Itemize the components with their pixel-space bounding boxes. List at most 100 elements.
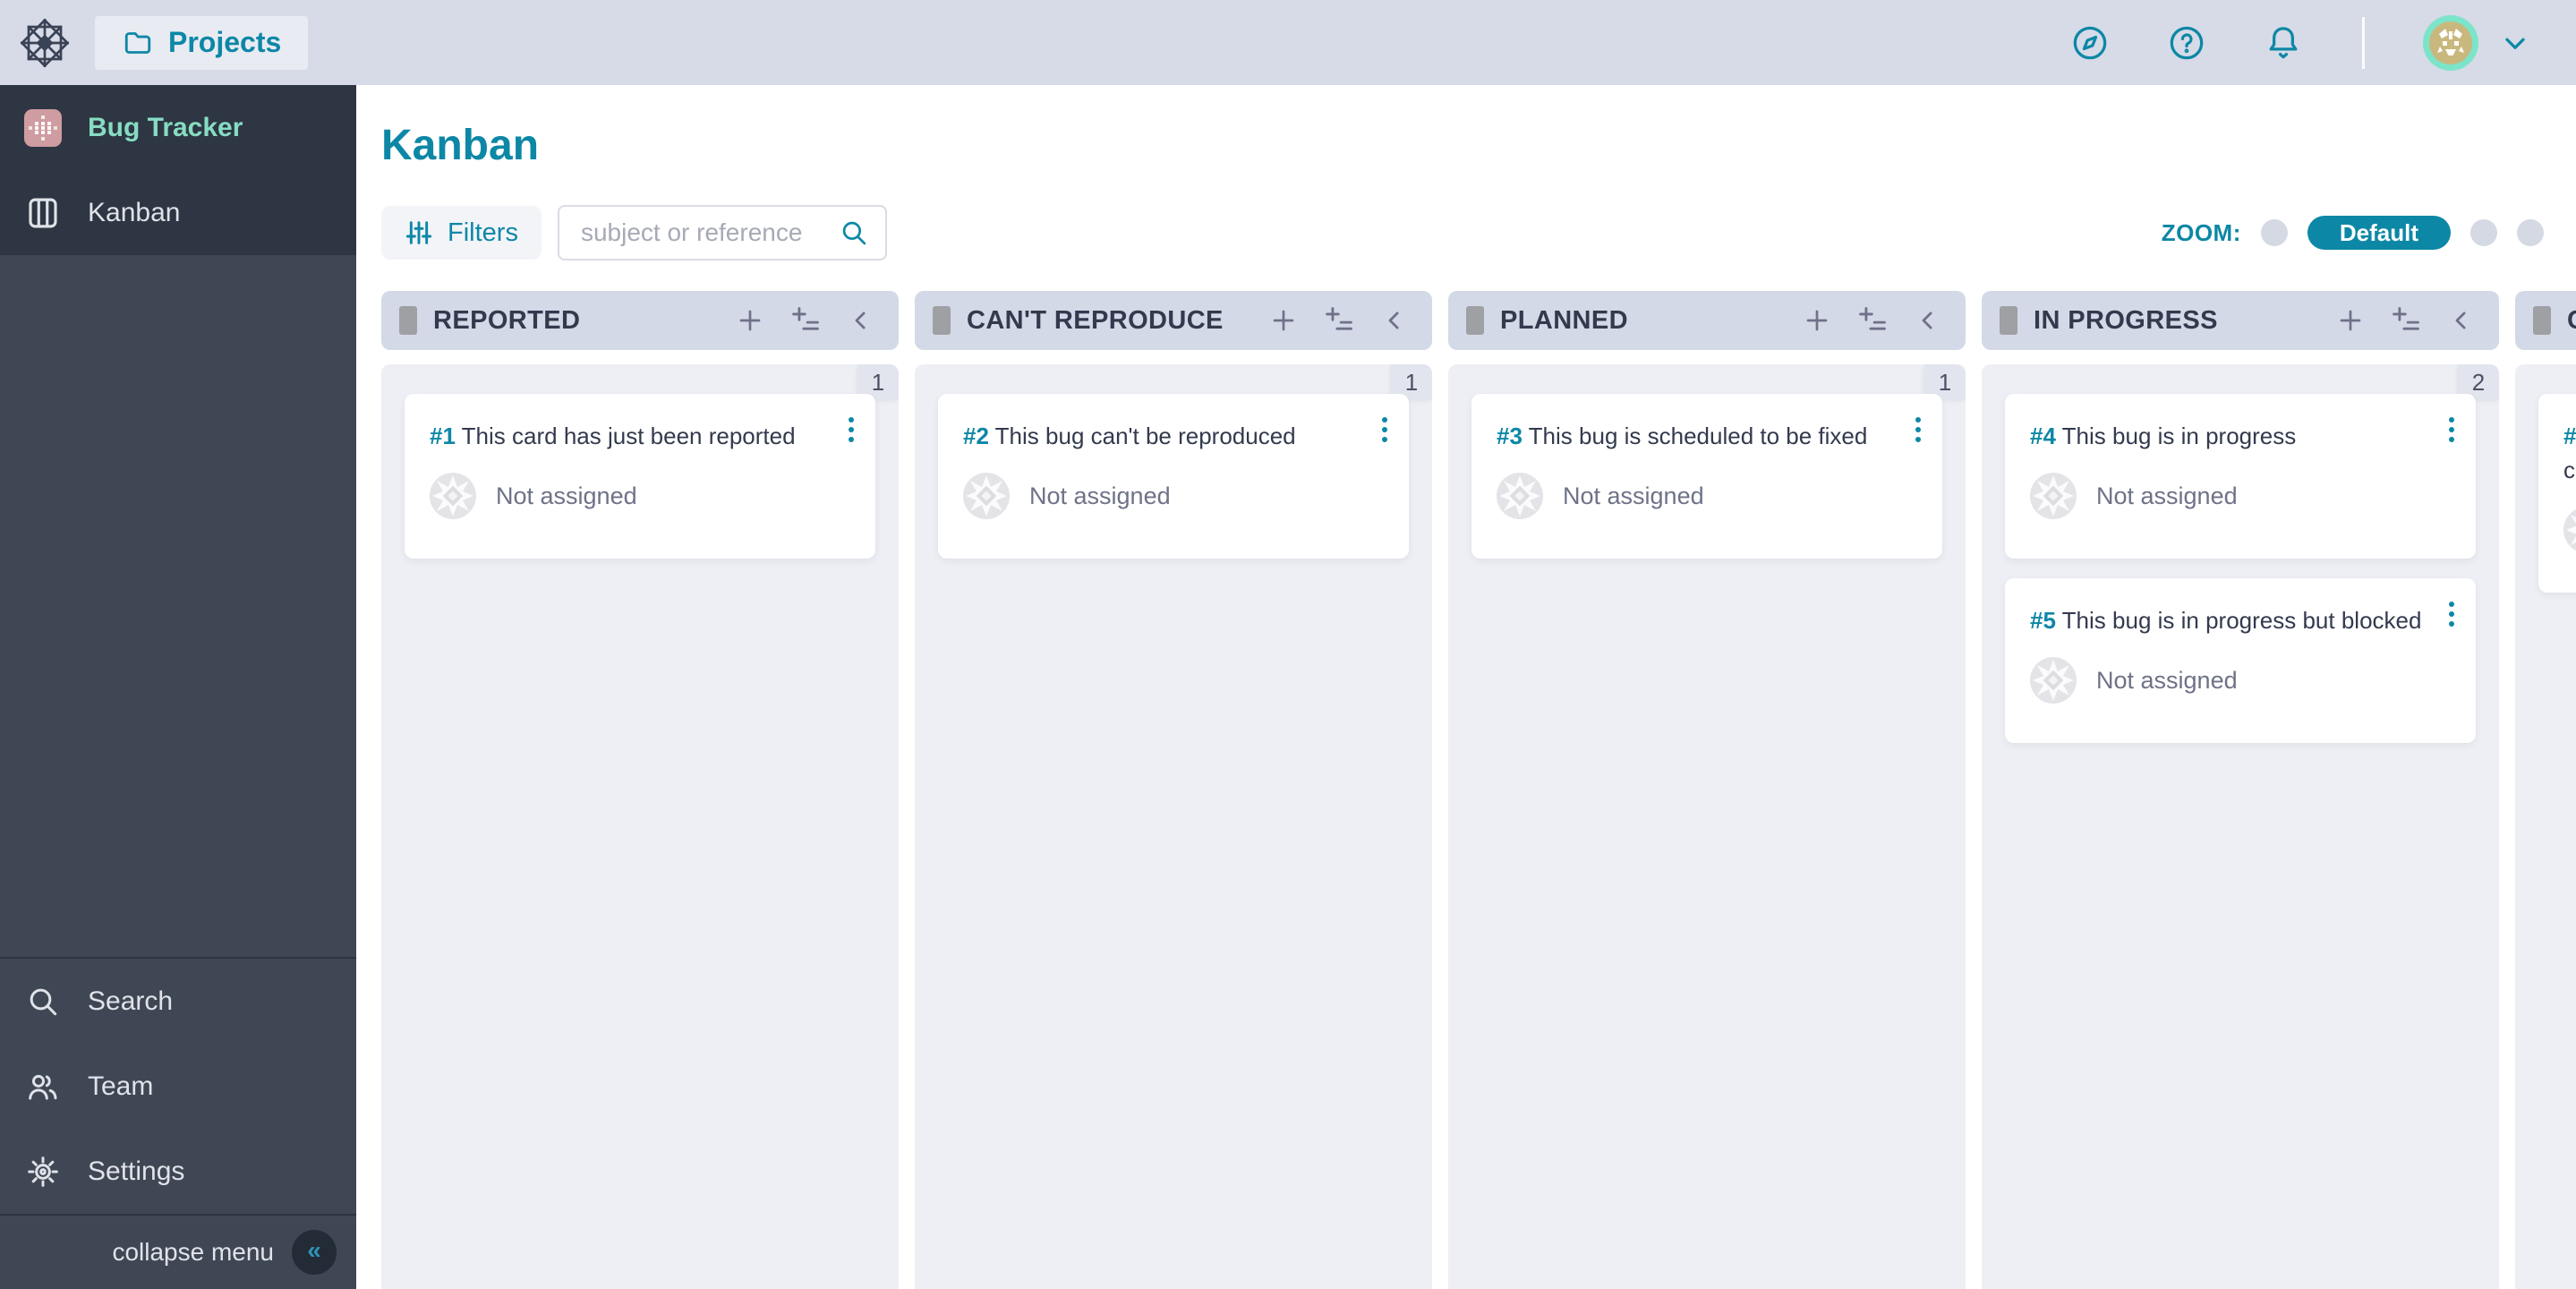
card-ref[interactable]: #4	[2030, 423, 2056, 449]
card-assign-row: Not assigned	[2030, 473, 2422, 519]
sidebar-item-settings[interactable]: Settings	[0, 1129, 356, 1214]
column-header: CAN'T REPRODUCE	[915, 291, 1432, 350]
folder-icon	[122, 27, 154, 59]
add-card-icon[interactable]	[734, 304, 766, 337]
kanban-card[interactable]: #3 This bug is scheduled to be fixed Not…	[1471, 394, 1942, 559]
sidebar-item-search[interactable]: Search	[0, 959, 356, 1044]
sidebar-footer: Search Team	[0, 957, 356, 1214]
card-options-kebab-icon[interactable]	[843, 412, 859, 448]
main-content: Kanban Filters	[356, 85, 2576, 1289]
topbar: Projects	[0, 0, 2576, 85]
card-title: #5 This bug is in progress but blocked	[2030, 603, 2422, 637]
zoom-level-compact[interactable]	[2261, 219, 2288, 246]
bulk-add-icon[interactable]	[1323, 304, 1355, 337]
compass-icon[interactable]	[2068, 21, 2111, 64]
fold-column-icon[interactable]	[2445, 304, 2478, 337]
card-options-kebab-icon[interactable]	[2444, 412, 2460, 448]
app-window: Projects	[0, 0, 2576, 1289]
card-assign-row: Not assigned	[1497, 473, 1889, 519]
fold-column-icon[interactable]	[1912, 304, 1944, 337]
page-title: Kanban	[381, 121, 2544, 171]
collapse-menu[interactable]: collapse menu «	[0, 1214, 356, 1289]
bulk-add-icon[interactable]	[1856, 304, 1889, 337]
column-title: REPORTED	[433, 306, 580, 336]
column-body: 1 #1 This card has just been reported No…	[381, 364, 899, 1289]
sidebar-item-team[interactable]: Team	[0, 1044, 356, 1129]
chevron-down-icon[interactable]	[2499, 25, 2535, 61]
fold-column-icon[interactable]	[845, 304, 877, 337]
zoom-level-default[interactable]: Default	[2307, 216, 2451, 250]
sidebar-item-label: Settings	[88, 1157, 184, 1187]
column-body: 1 #2 This bug can't be reproduced Not as…	[915, 364, 1432, 1289]
add-card-icon[interactable]	[1267, 304, 1300, 337]
column-cards: # c	[2515, 364, 2576, 593]
card-title: #2 This bug can't be reproduced	[963, 419, 1355, 453]
card-assign-row: Not assigned	[2030, 657, 2422, 704]
column-header: IN PROGRESS	[1982, 291, 2499, 350]
status-color-swatch	[1466, 306, 1484, 335]
card-assign-row	[2563, 507, 2576, 553]
card-ref[interactable]: #1	[430, 423, 456, 449]
status-color-swatch	[933, 306, 951, 335]
column-header: C	[2515, 291, 2576, 350]
column-actions	[2334, 304, 2478, 337]
card-assign-row: Not assigned	[963, 473, 1355, 519]
sidebar-item-project[interactable]: Bug Tracker	[0, 85, 356, 170]
card-assign-row: Not assigned	[430, 473, 822, 519]
card-ref[interactable]: #2	[963, 423, 989, 449]
filters-button[interactable]: Filters	[381, 206, 542, 260]
unassigned-avatar-icon	[2030, 657, 2077, 704]
kanban-column: C	[2515, 291, 2576, 1289]
fold-column-icon[interactable]	[1378, 304, 1411, 337]
card-options-kebab-icon[interactable]	[1377, 412, 1393, 448]
card-options-kebab-icon[interactable]	[1910, 412, 1926, 448]
settings-gear-icon	[23, 1152, 63, 1191]
kanban-card[interactable]: #5 This bug is in progress but blocked N…	[2005, 578, 2476, 743]
kanban-card[interactable]: #2 This bug can't be reproduced Not assi…	[938, 394, 1409, 559]
card-assignee: Not assigned	[2096, 482, 2238, 510]
user-avatar[interactable]	[2422, 14, 2479, 72]
sidebar-item-kanban[interactable]: Kanban	[0, 170, 356, 255]
add-card-icon[interactable]	[1801, 304, 1833, 337]
card-search-input[interactable]	[581, 218, 839, 247]
status-color-swatch	[2533, 306, 2551, 335]
sidebar-item-label: Search	[88, 986, 173, 1017]
notifications-bell-icon[interactable]	[2262, 21, 2305, 64]
unassigned-avatar-icon	[2030, 473, 2077, 519]
unassigned-avatar-icon	[2563, 507, 2576, 553]
card-ref[interactable]: #5	[2030, 607, 2056, 634]
kanban-card[interactable]: #4 This bug is in progress Not assigned	[2005, 394, 2476, 559]
bulk-add-icon[interactable]	[2390, 304, 2422, 337]
card-assignee: Not assigned	[1563, 482, 1704, 510]
sidebar-project-section: Bug Tracker Kanban	[0, 85, 356, 255]
status-color-swatch	[399, 306, 417, 335]
add-card-icon[interactable]	[2334, 304, 2367, 337]
projects-button[interactable]: Projects	[95, 16, 308, 70]
column-title: PLANNED	[1500, 306, 1628, 336]
zoom-level-detailed[interactable]	[2470, 219, 2497, 246]
card-title: # c	[2563, 419, 2576, 487]
team-people-icon	[23, 1067, 63, 1106]
column-cards: #1 This card has just been reported Not …	[381, 364, 899, 559]
card-assignee: Not assigned	[496, 482, 637, 510]
sidebar-item-label: Kanban	[88, 198, 180, 228]
kanban-card[interactable]: # c	[2538, 394, 2576, 593]
sidebar-project-name: Bug Tracker	[88, 113, 243, 143]
card-options-kebab-icon[interactable]	[2444, 596, 2460, 632]
help-icon[interactable]	[2165, 21, 2208, 64]
topbar-divider	[2362, 17, 2365, 69]
unassigned-avatar-icon	[1497, 473, 1543, 519]
column-cards: #2 This bug can't be reproduced Not assi…	[915, 364, 1432, 559]
card-title: #3 This bug is scheduled to be fixed	[1497, 419, 1889, 453]
kanban-card[interactable]: #1 This card has just been reported Not …	[405, 394, 875, 559]
zoom-level-full[interactable]	[2517, 219, 2544, 246]
card-ref[interactable]: #3	[1497, 423, 1523, 449]
card-ref[interactable]: #	[2563, 423, 2576, 449]
taiga-logo[interactable]	[13, 11, 77, 75]
card-assignee: Not assigned	[2096, 667, 2238, 695]
sidebar-spacer	[0, 255, 356, 957]
zoom-label: ZOOM:	[2162, 219, 2241, 247]
search-icon[interactable]	[839, 217, 871, 249]
collapse-menu-icon[interactable]: «	[292, 1230, 337, 1275]
bulk-add-icon[interactable]	[789, 304, 822, 337]
